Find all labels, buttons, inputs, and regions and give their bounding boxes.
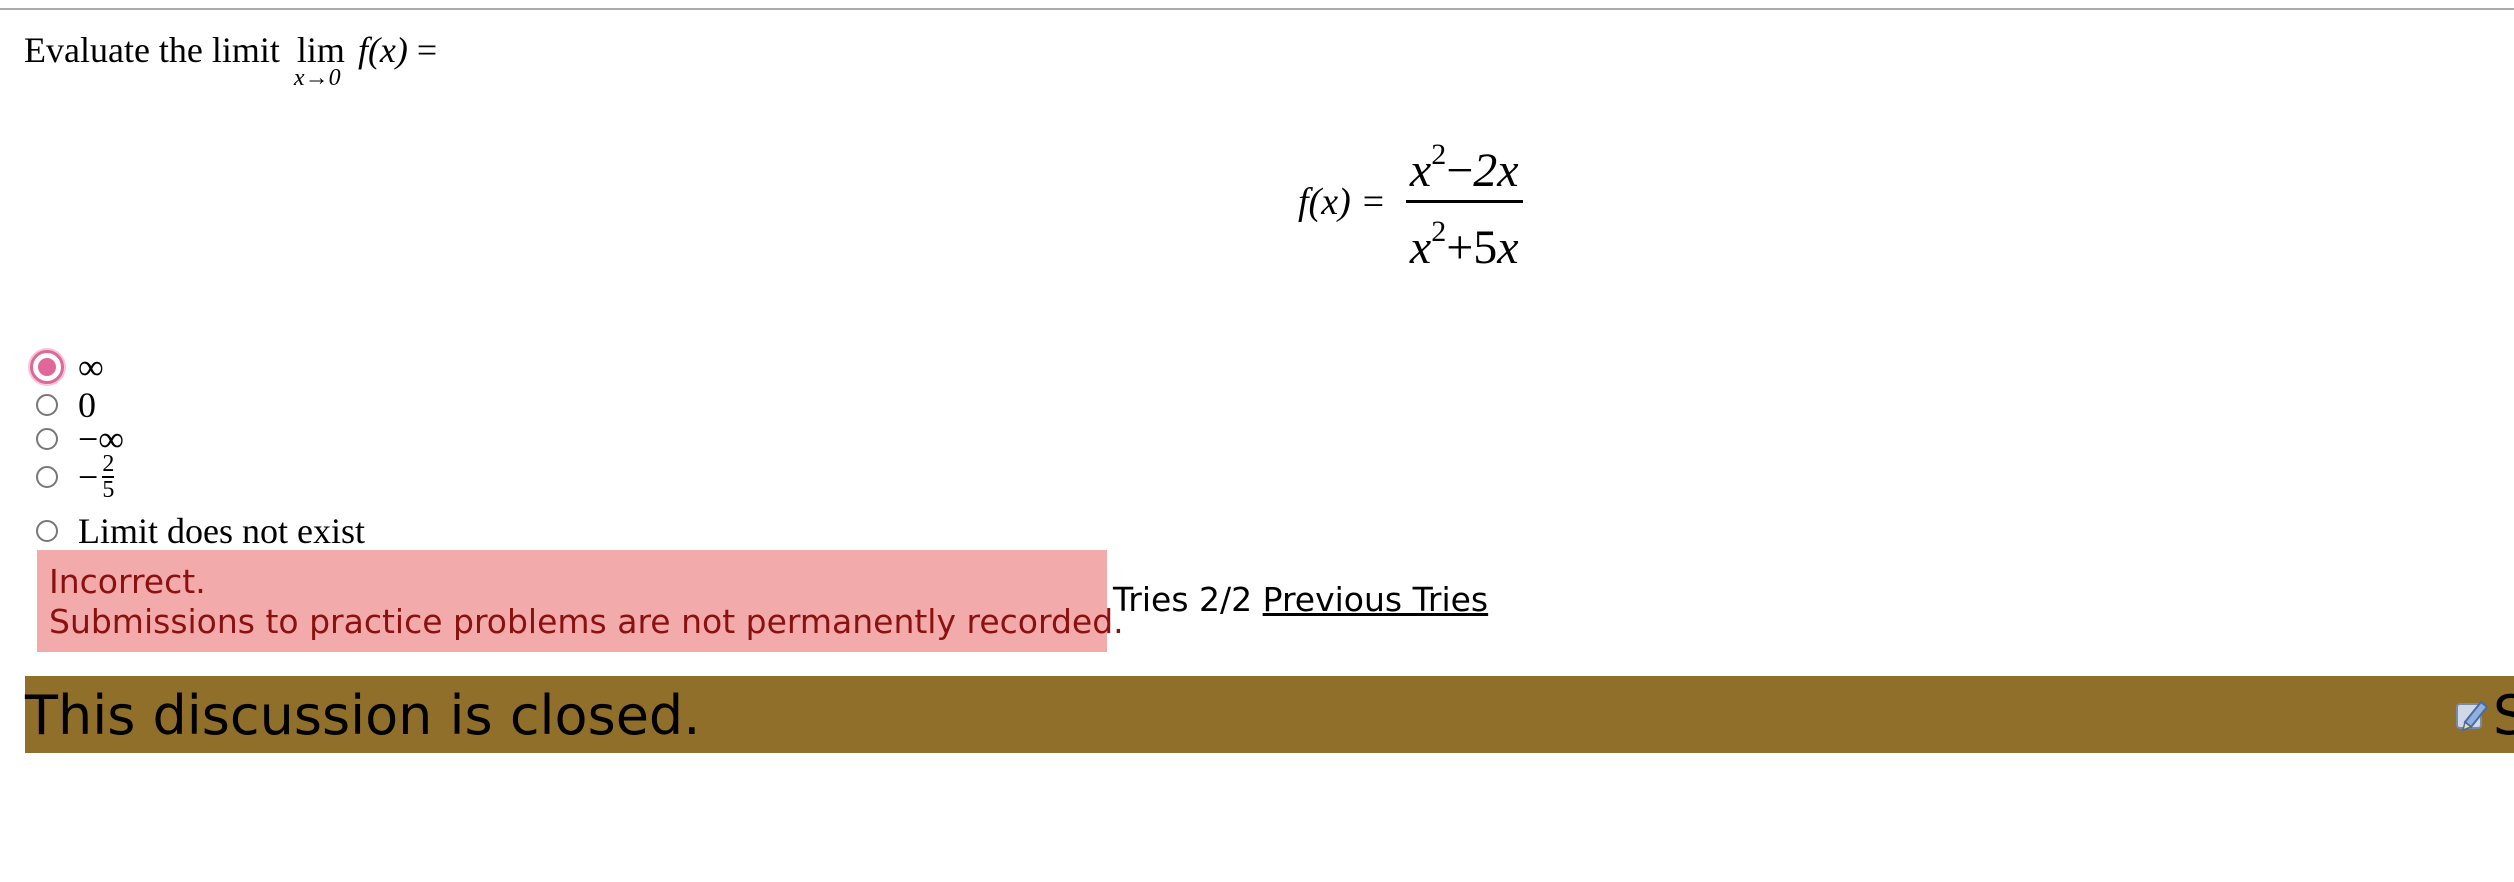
limit-subscript: x→0 xyxy=(293,65,341,91)
radio-button[interactable] xyxy=(36,394,58,416)
choice-negative-two-fifths[interactable]: − 2 5 xyxy=(30,451,115,503)
fraction-denominator: x2+5x xyxy=(1409,215,1519,274)
function-name: f(x) xyxy=(357,30,408,70)
lim-text: lim xyxy=(296,30,345,70)
choice-fraction-denominator: 5 xyxy=(102,477,115,503)
radio-button-selected[interactable] xyxy=(30,350,64,384)
equation-lhs: f(x) = xyxy=(1298,180,1386,223)
prompt-text: Evaluate the limit xyxy=(24,30,280,70)
choice-label: Limit does not exist xyxy=(78,511,365,551)
clipped-label: S xyxy=(2493,684,2514,747)
feedback-message: Incorrect. Submissions to practice probl… xyxy=(37,550,1124,652)
discussion-closed-message: This discussion is closed. xyxy=(25,684,701,747)
radio-button[interactable] xyxy=(36,428,58,450)
choice-label: ∞ xyxy=(78,347,104,387)
question-prompt: Evaluate the limit lim x→0 f(x) = xyxy=(24,26,438,90)
feedback-note: Submissions to practice problems are not… xyxy=(49,602,1124,641)
choice-infinity[interactable]: ∞ xyxy=(30,346,104,388)
limit-operator: lim x→0 xyxy=(294,26,345,90)
equation-fraction: x2−2x x2+5x xyxy=(1405,126,1523,277)
previous-tries-link[interactable]: Previous Tries xyxy=(1263,580,1489,619)
equals-sign: = xyxy=(416,30,438,70)
top-divider xyxy=(0,8,2514,10)
function-equation: f(x) = x2−2x x2+5x xyxy=(1298,126,1523,277)
radio-button[interactable] xyxy=(36,466,58,488)
fraction-numerator: x2−2x xyxy=(1409,138,1519,197)
choice-limit-dne[interactable]: Limit does not exist xyxy=(30,510,365,552)
feedback-status: Incorrect. xyxy=(49,562,206,601)
discussion-closed-banner: This discussion is closed. S xyxy=(25,676,2514,753)
choice-fraction-numerator: 2 xyxy=(102,451,115,477)
choice-fraction: 2 5 xyxy=(102,451,115,503)
tries-count: Tries 2/2 xyxy=(1113,580,1253,619)
edit-icon[interactable] xyxy=(2451,694,2491,734)
radio-button[interactable] xyxy=(36,520,58,542)
choice-sign: − xyxy=(78,457,99,497)
tries-info: Tries 2/2 Previous Tries xyxy=(1113,580,1488,619)
